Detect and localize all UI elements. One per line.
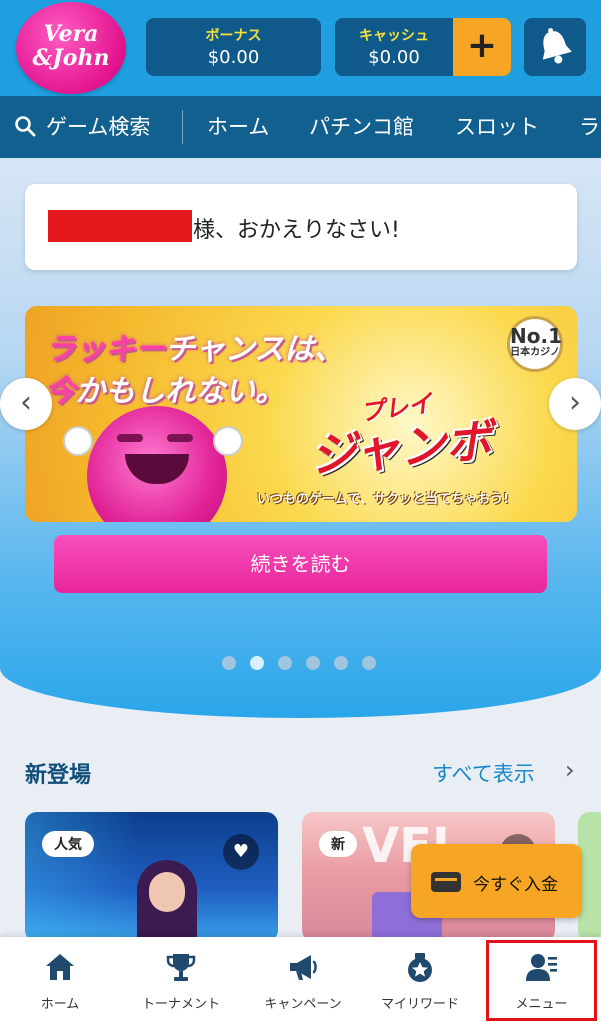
- game-tag-new: 新: [319, 831, 357, 857]
- no1-badge-text: 日本カジノ: [510, 347, 560, 358]
- reward-medal-icon: [408, 953, 432, 982]
- bottom-nav-home[interactable]: ホーム: [8, 937, 112, 1024]
- no1-badge: No.1 日本カジノ: [507, 316, 563, 372]
- bonus-value: $0.00: [207, 47, 260, 68]
- carousel-dot[interactable]: [362, 656, 376, 670]
- mascot-left-hand: [63, 426, 93, 456]
- pink-mascot: [87, 406, 227, 522]
- add-funds-button[interactable]: +: [453, 18, 511, 76]
- chevron-left-icon: ‹: [20, 385, 32, 420]
- bottom-nav-rewards[interactable]: マイリワード: [364, 937, 476, 1024]
- bottom-nav-label: マイリワード: [380, 997, 459, 1012]
- megaphone-icon: [290, 955, 317, 980]
- bonus-balance[interactable]: ボーナス $0.00: [146, 18, 321, 76]
- notifications-button[interactable]: [524, 18, 586, 76]
- wallet-icon: [431, 872, 461, 892]
- section-title: 新登場: [25, 763, 92, 788]
- category-nav: ゲーム検索 ホーム パチンコ館 スロット ラ: [0, 96, 601, 158]
- banner-text-1: チャンスは、: [165, 332, 345, 367]
- bottom-nav-campaign[interactable]: キャンペーン: [244, 937, 362, 1024]
- carousel-prev-button[interactable]: ‹: [0, 378, 52, 430]
- vera-john-logo[interactable]: Vera &John: [16, 2, 126, 94]
- chevron-right-icon[interactable]: ›: [565, 756, 575, 784]
- carousel-dot[interactable]: [222, 656, 236, 670]
- deposit-now-button[interactable]: 今すぐ入金: [411, 844, 582, 918]
- carousel-next-button[interactable]: ›: [549, 378, 601, 430]
- deposit-label: 今すぐ入金: [473, 875, 558, 895]
- menu-highlight-box: [486, 940, 597, 1021]
- bottom-nav-label: ホーム: [40, 997, 80, 1012]
- banner-headline-2: 今かもしれない。: [45, 366, 285, 410]
- mascot-right-hand: [213, 426, 243, 456]
- nav-item-home[interactable]: ホーム: [207, 96, 269, 158]
- cash-value: $0.00: [368, 47, 420, 68]
- bonus-label: ボーナス: [205, 28, 262, 44]
- welcome-message: 様、おかえりなさい!: [193, 218, 400, 243]
- promo-banner[interactable]: ラッキーチャンスは、 今かもしれない。 No.1 日本カジノ プレイ ジャンボ …: [25, 306, 577, 522]
- search-icon: [15, 116, 36, 137]
- heart-icon[interactable]: ♥: [223, 834, 259, 870]
- game-card[interactable]: 人気 ♥: [25, 812, 278, 942]
- carousel-dot[interactable]: [334, 656, 348, 670]
- banner-subtitle: いつものゲームで、サクッと当てちゃおう!: [257, 492, 510, 507]
- nav-item-slots[interactable]: スロット: [455, 96, 539, 158]
- read-more-button[interactable]: 続きを読む: [54, 535, 547, 593]
- cash-label: キャッシュ: [359, 28, 429, 44]
- trophy-icon: [166, 954, 196, 981]
- nav-item-more[interactable]: ラ: [579, 96, 600, 158]
- home-icon: [46, 954, 74, 980]
- carousel-dot[interactable]: [250, 656, 264, 670]
- redacted-username: [48, 210, 192, 242]
- welcome-card: 様、おかえりなさい!: [25, 184, 577, 270]
- banner-highlight-1: ラッキー: [45, 332, 165, 367]
- banner-headline-1: ラッキーチャンスは、: [45, 324, 344, 368]
- nav-divider: [182, 110, 183, 144]
- plus-icon: +: [466, 25, 498, 66]
- carousel-dot[interactable]: [278, 656, 292, 670]
- chevron-right-icon: ›: [569, 385, 581, 420]
- carousel-dot[interactable]: [306, 656, 320, 670]
- banner-text-2: かもしれない。: [75, 374, 285, 409]
- top-bar: Vera &John ボーナス $0.00 キャッシュ $0.00 +: [0, 0, 601, 96]
- game-tag-popular: 人気: [42, 831, 94, 857]
- search-label: ゲーム検索: [46, 115, 151, 139]
- no1-badge-number: No.1: [510, 324, 562, 348]
- bottom-nav-label: トーナメント: [141, 997, 220, 1012]
- bottom-nav-tournament[interactable]: トーナメント: [122, 937, 240, 1024]
- jumbo-title: ジャンボ: [308, 413, 494, 483]
- nav-item-pachinko[interactable]: パチンコ館: [309, 96, 414, 158]
- see-all-link[interactable]: すべて表示: [432, 758, 535, 788]
- bottom-nav-label: キャンペーン: [264, 997, 342, 1012]
- bell-icon: [542, 28, 572, 64]
- game-search[interactable]: ゲーム検索: [14, 96, 150, 158]
